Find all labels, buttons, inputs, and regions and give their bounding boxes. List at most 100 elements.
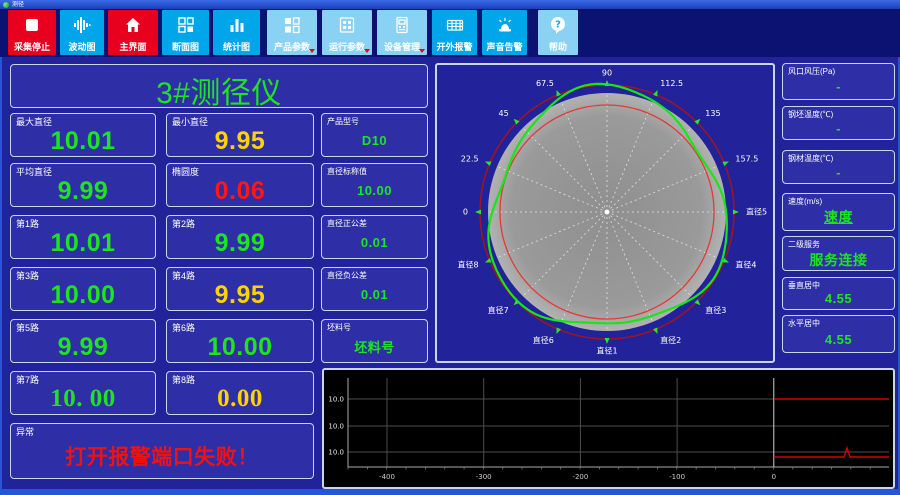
svg-text:10.0: 10.0 <box>328 396 344 404</box>
field-value: 服务连接 <box>809 252 868 268</box>
window-border <box>0 9 2 495</box>
help-icon: ? <box>547 14 569 36</box>
dropdown-arrow-icon <box>309 49 315 53</box>
field-value: 10. 00 <box>50 385 116 412</box>
field-vertical-center: 垂直居中 4.55 <box>782 277 895 310</box>
field-avg-diameter: 平均直径 9.99 <box>10 163 156 207</box>
field-channel-5: 第5路 9.99 <box>10 319 156 363</box>
svg-text:-300: -300 <box>476 473 492 481</box>
field-billet-temp: 钢坯温度(℃) - <box>782 106 895 140</box>
field-value: 10.00 <box>50 281 116 309</box>
field-label: 第1路 <box>16 219 40 229</box>
field-value: 10.01 <box>50 127 116 155</box>
field-l2-service[interactable]: 二级服务 服务连接 <box>782 236 895 271</box>
field-value: 10.00 <box>356 182 393 198</box>
field-channel-8: 第8路 0.00 <box>166 371 314 415</box>
field-min-diameter: 最小直径 9.95 <box>166 113 314 157</box>
svg-text:0: 0 <box>463 208 468 217</box>
svg-text:67.5: 67.5 <box>536 79 554 88</box>
button-label: 采集停止 <box>13 42 50 52</box>
btn-stats-chart[interactable]: 统计图 <box>213 10 260 55</box>
field-label: 垂直居中 <box>788 281 820 290</box>
button-label: 断面图 <box>171 42 199 52</box>
field-value: 0.06 <box>214 177 266 205</box>
btn-stop-acquisition[interactable]: 采集停止 <box>8 10 56 55</box>
btn-product-params[interactable]: 产品参数 <box>267 10 317 55</box>
field-value: - <box>836 164 841 180</box>
exception-message: 打开报警端口失败！ <box>65 446 259 469</box>
btn-wave-chart[interactable]: 波动图 <box>60 10 104 55</box>
svg-text:直径6: 直径6 <box>533 335 554 345</box>
field-value: - <box>836 120 841 136</box>
field-value: 10.01 <box>50 229 116 257</box>
field-value: 9.95 <box>214 281 266 309</box>
field-tolerance-plus: 直径正公差 0.01 <box>321 215 428 259</box>
field-steel-temp: 钢材温度(℃) - <box>782 150 895 184</box>
product-params-icon <box>281 14 303 36</box>
field-channel-1: 第1路 10.01 <box>10 215 156 259</box>
svg-text:10.0: 10.0 <box>328 423 344 431</box>
field-label: 直径负公差 <box>327 271 367 280</box>
field-value: 0.01 <box>360 234 389 250</box>
field-horizontal-center: 水平居中 4.55 <box>782 315 895 353</box>
button-label: 波动图 <box>68 42 96 52</box>
siren-icon <box>494 14 516 36</box>
field-value: 4.55 <box>824 291 853 306</box>
button-label: 声音告警 <box>486 42 523 52</box>
dropdown-arrow-icon <box>364 49 370 53</box>
btn-external-alarm[interactable]: 开外报警 <box>432 10 477 55</box>
btn-section-chart[interactable]: 断面图 <box>162 10 209 55</box>
svg-text:-400: -400 <box>379 473 395 481</box>
svg-text:45: 45 <box>499 109 509 118</box>
field-label: 第2路 <box>172 219 196 229</box>
btn-main-screen[interactable]: 主界面 <box>108 10 158 55</box>
dropdown-arrow-icon <box>419 49 425 53</box>
svg-text:-100: -100 <box>669 473 685 481</box>
svg-text:157.5: 157.5 <box>735 154 758 163</box>
field-label: 异常 <box>16 427 35 437</box>
field-channel-2: 第2路 9.99 <box>166 215 314 259</box>
svg-text:0: 0 <box>772 473 776 481</box>
exception-box: 异常 打开报警端口失败！ <box>10 423 314 479</box>
barchart-icon <box>226 14 248 36</box>
svg-text:直径2: 直径2 <box>660 335 681 345</box>
field-label: 椭圆度 <box>172 167 200 177</box>
field-label: 第6路 <box>172 323 196 333</box>
svg-text:-200: -200 <box>572 473 588 481</box>
keyboard-icon <box>444 14 466 36</box>
field-label: 水平居中 <box>788 319 820 328</box>
svg-text:?: ? <box>555 20 561 31</box>
field-label: 最小直径 <box>172 117 209 127</box>
field-channel-7: 第7路 10. 00 <box>10 371 156 415</box>
field-ovality: 椭圆度 0.06 <box>166 163 314 207</box>
svg-text:10.0: 10.0 <box>328 449 344 457</box>
svg-text:直径5: 直径5 <box>746 207 767 217</box>
field-product-model: 产品型号 D10 <box>321 113 428 157</box>
field-label: 第8路 <box>172 375 196 385</box>
device-icon <box>391 14 413 36</box>
field-label: 最大直径 <box>16 117 53 127</box>
run-params-icon <box>336 14 358 36</box>
field-value: - <box>836 79 841 94</box>
btn-device-mgmt[interactable]: 设备管理 <box>377 10 427 55</box>
field-channel-6: 第6路 10.00 <box>166 319 314 363</box>
svg-text:135: 135 <box>705 109 720 118</box>
button-label: 主界面 <box>119 42 147 52</box>
button-label: 统计图 <box>222 42 250 52</box>
btn-run-params[interactable]: 运行参数 <box>322 10 372 55</box>
application-window: 测径 采集停止 波动图 主界面 断面图 统计图 产品参数 运行参数 设备管理 开… <box>0 0 900 495</box>
gauge-title-box: 3#测径仪 <box>10 64 428 110</box>
field-tolerance-minus: 直径负公差 0.01 <box>321 267 428 311</box>
field-label: 第5路 <box>16 323 40 333</box>
field-nominal-diameter: 直径标称值 10.00 <box>321 163 428 207</box>
btn-sound-alarm[interactable]: 声音告警 <box>482 10 527 55</box>
btn-help[interactable]: ? 帮助 <box>538 10 578 55</box>
svg-text:直径3: 直径3 <box>705 305 726 315</box>
field-label: 直径标称值 <box>327 167 367 176</box>
button-label: 产品参数 <box>273 42 310 52</box>
svg-text:直径8: 直径8 <box>458 260 479 270</box>
field-speed[interactable]: 速度(m/s) 速度 <box>782 193 895 231</box>
field-label: 钢坯温度(℃) <box>788 110 834 119</box>
field-label: 坯料号 <box>327 323 351 332</box>
field-label: 第4路 <box>172 271 196 281</box>
